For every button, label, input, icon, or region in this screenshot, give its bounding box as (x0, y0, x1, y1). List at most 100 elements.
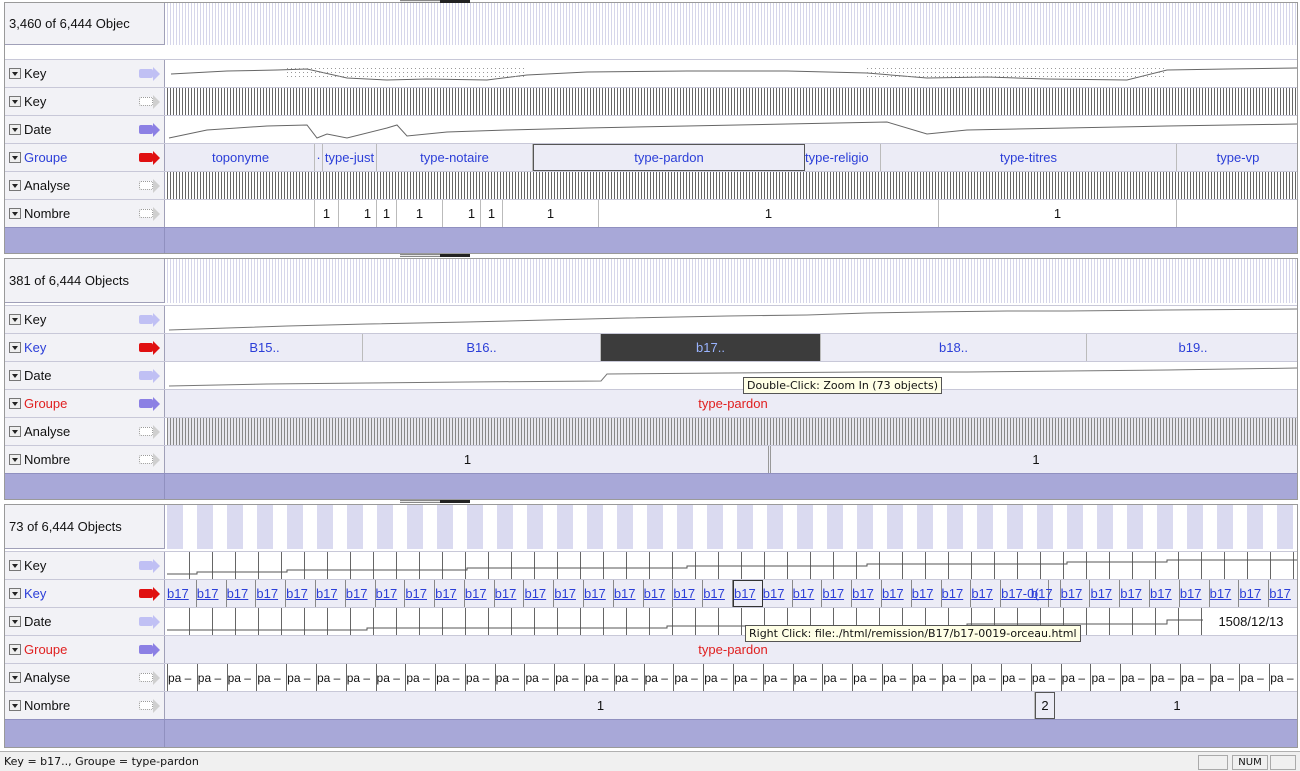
row-header[interactable]: Groupe (5, 390, 165, 417)
key-cell[interactable]: b17 (644, 580, 674, 607)
groupe-values[interactable]: toponyme · type-just type-notaire type-p… (167, 144, 1297, 171)
analyse-cell[interactable]: pa – (375, 664, 406, 691)
analyse-cell[interactable]: pa – (762, 664, 793, 691)
key-cell[interactable]: b19.. (1087, 334, 1297, 361)
analyse-cell[interactable]: pa – (792, 664, 823, 691)
collapse-icon[interactable] (9, 426, 21, 437)
analyse-cell[interactable]: pa – (345, 664, 376, 691)
analyse-values[interactable] (167, 418, 1297, 445)
sort-arrow-icon[interactable] (138, 122, 160, 137)
key-cell-selected[interactable]: b17.. (601, 334, 821, 361)
analyse-cell[interactable]: pa – (1150, 664, 1180, 691)
key-values[interactable] (167, 60, 1297, 87)
key-values[interactable]: B15.. B16.. b17.. b18.. b19.. (167, 334, 1297, 361)
nombre-values[interactable]: 1 2 1 (167, 692, 1297, 719)
analyse-values[interactable] (167, 172, 1297, 199)
collapse-icon[interactable] (9, 208, 21, 219)
collapse-icon[interactable] (9, 314, 21, 325)
key-cell[interactable]: b17 (227, 580, 257, 607)
row-header[interactable]: Key (5, 334, 165, 361)
key-cell[interactable]: b17 (882, 580, 912, 607)
row-header[interactable]: Date (5, 608, 165, 635)
analyse-cell[interactable]: pa – (286, 664, 316, 691)
nombre-cell[interactable]: 1 (463, 200, 481, 227)
nombre-cell[interactable] (167, 200, 315, 227)
key-cell-selected[interactable]: b17 (733, 580, 763, 607)
collapse-icon[interactable] (9, 96, 21, 107)
row-header[interactable]: Groupe (5, 636, 165, 663)
key-cell[interactable]: b17 (197, 580, 227, 607)
groupe-cell[interactable]: type-pardon (167, 390, 1297, 417)
nombre-cell[interactable]: 1 (167, 692, 1035, 719)
key-values[interactable]: b17 b17 b17 b17 b17 b17 b17 b17 b17 b17 b17 b17 b17 b… (167, 580, 1297, 607)
row-header[interactable]: Nombre (5, 200, 165, 227)
key-cell[interactable]: b17 (316, 580, 346, 607)
nombre-cell[interactable]: 1 (397, 200, 443, 227)
analyse-cell[interactable]: pa – (1120, 664, 1150, 691)
analyse-cell[interactable]: pa – (1030, 664, 1061, 691)
collapse-icon[interactable] (9, 370, 21, 381)
collapse-icon[interactable] (9, 700, 21, 711)
groupe-cell[interactable]: toponyme (167, 144, 315, 171)
collapse-icon[interactable] (9, 644, 21, 655)
row-header[interactable]: Key (5, 88, 165, 115)
splitter-grip[interactable] (440, 254, 470, 257)
analyse-cell[interactable]: pa – (435, 664, 465, 691)
key-cell[interactable]: B15.. (167, 334, 363, 361)
sort-arrow-icon[interactable] (138, 558, 160, 573)
analyse-cell[interactable]: pa – (733, 664, 763, 691)
key-cell[interactable]: b17 (1269, 580, 1297, 607)
sort-arrow-icon[interactable] (138, 312, 160, 327)
analyse-cell[interactable]: pa – (524, 664, 554, 691)
key-cell[interactable]: b17 (763, 580, 793, 607)
sort-arrow-icon[interactable] (138, 340, 160, 355)
collapse-icon[interactable] (9, 588, 21, 599)
key-cell[interactable]: b17 (1120, 580, 1151, 607)
row-header[interactable]: Key (5, 306, 165, 333)
key-cell[interactable]: b17 (703, 580, 733, 607)
analyse-cell[interactable]: pa – (673, 664, 703, 691)
sort-arrow-icon[interactable] (138, 178, 160, 193)
key-cell[interactable]: b17 (1239, 580, 1270, 607)
analyse-cell[interactable]: pa – (1090, 664, 1120, 691)
analyse-cell[interactable]: pa – (315, 664, 346, 691)
key-cell[interactable]: b17 (256, 580, 287, 607)
analyse-cell[interactable]: pa – (852, 664, 882, 691)
key-cell[interactable]: b17 (942, 580, 972, 607)
overview-strip[interactable] (167, 259, 1297, 303)
analyse-cell[interactable]: pa – (941, 664, 972, 691)
sort-arrow-icon[interactable] (138, 150, 160, 165)
nombre-values[interactable]: 1 1 (167, 446, 1297, 473)
overview-strip[interactable] (167, 505, 1297, 549)
collapse-icon[interactable] (9, 560, 21, 571)
analyse-cell[interactable]: pa – (584, 664, 614, 691)
collapse-icon[interactable] (9, 342, 21, 353)
analyse-cell[interactable]: pa – (1269, 664, 1297, 691)
groupe-cell[interactable]: type-pardon (167, 636, 1297, 663)
analyse-cell[interactable]: pa – (643, 664, 674, 691)
nombre-cell[interactable]: 1 (377, 200, 397, 227)
sort-arrow-icon[interactable] (138, 614, 160, 629)
key-cell[interactable]: b17 (524, 580, 555, 607)
nombre-cell[interactable]: 1 (167, 446, 771, 473)
date-values[interactable]: 1508/12/13 (167, 608, 1297, 635)
nombre-cell[interactable]: 1 (481, 200, 503, 227)
key-cell[interactable]: b17 (852, 580, 882, 607)
analyse-cell[interactable]: pa – (613, 664, 644, 691)
sort-arrow-icon[interactable] (138, 698, 160, 713)
sort-arrow-icon[interactable] (138, 670, 160, 685)
sort-arrow-icon[interactable] (138, 368, 160, 383)
sort-arrow-icon[interactable] (138, 396, 160, 411)
key-cell[interactable]: b17 (286, 580, 316, 607)
key-values[interactable] (167, 88, 1297, 115)
sort-arrow-icon[interactable] (138, 94, 160, 109)
nombre-values[interactable]: 1 1 1 1 1 1 1 1 1 (167, 200, 1297, 227)
key-cell[interactable]: b17 (912, 580, 942, 607)
row-header[interactable]: Nombre (5, 446, 165, 473)
sort-arrow-icon[interactable] (138, 586, 160, 601)
sort-arrow-icon[interactable] (138, 206, 160, 221)
key-cell[interactable]: b17 (584, 580, 614, 607)
row-header[interactable]: Key (5, 60, 165, 87)
key-cell[interactable]: b17 (1090, 580, 1121, 607)
groupe-cell[interactable]: type-just (323, 144, 377, 171)
